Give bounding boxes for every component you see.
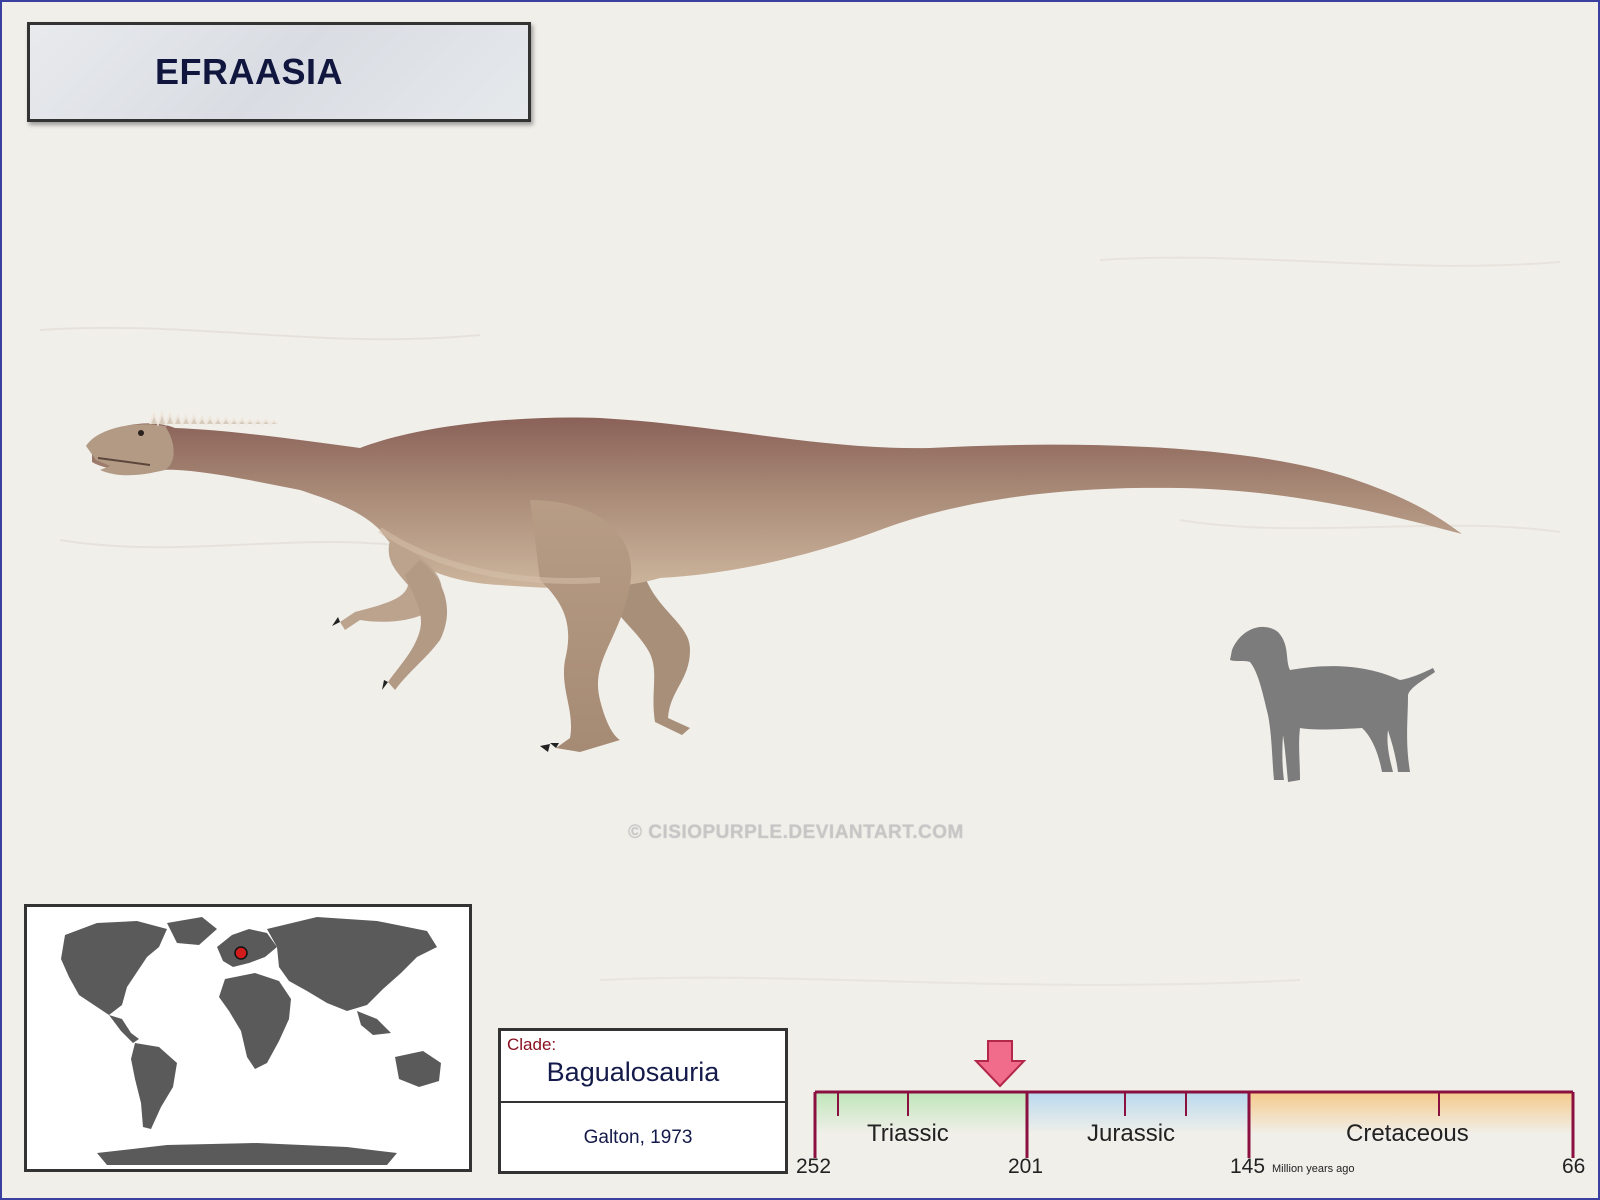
period-label-jurassic: Jurassic [1087,1120,1176,1147]
period-label-triassic: Triassic [867,1120,949,1147]
tick-label-201: 201 [1008,1155,1044,1178]
period-label-cretaceous: Cretaceous [1346,1120,1469,1147]
timeline-unit: Million years ago [1272,1163,1355,1175]
arrow-down-icon [973,1040,1027,1088]
geologic-timeline [813,1040,1575,1158]
tick-label-252: 252 [796,1155,832,1178]
tick-label-66: 66 [1562,1155,1586,1178]
tick-label-145: 145 [1230,1155,1266,1178]
